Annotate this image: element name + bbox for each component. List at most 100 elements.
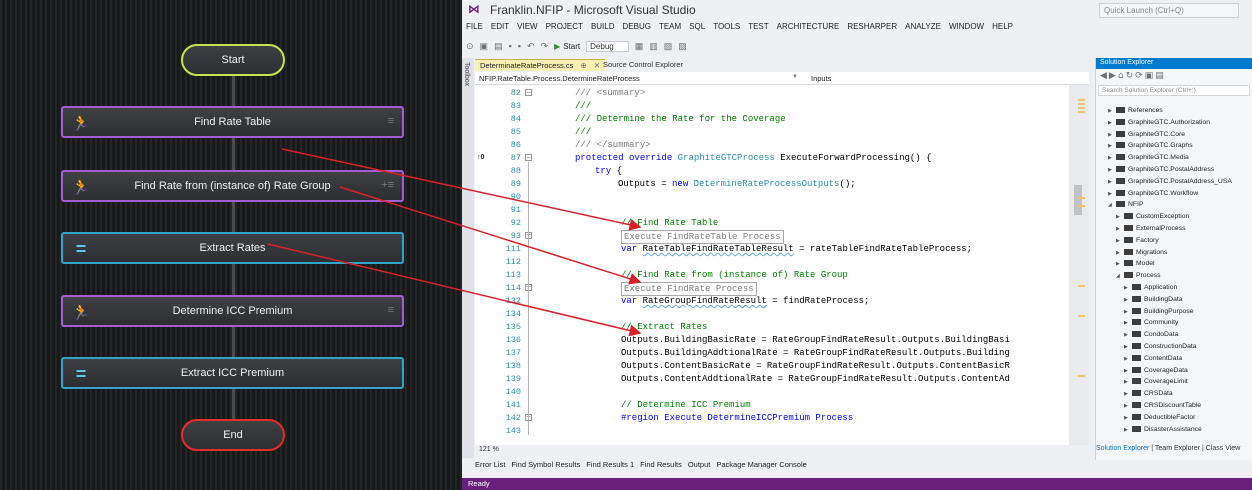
collapsed-arrow-icon[interactable]: ▶ — [1108, 118, 1116, 129]
solution-tree-item[interactable]: ▶ GraphiteGTC.Media — [1108, 152, 1189, 163]
solution-tree-item[interactable]: ▶ ExternalProcess — [1116, 223, 1186, 234]
pin-icon[interactable]: ⊕ — [580, 61, 586, 70]
solution-tree-item[interactable]: ▶ GraphiteGTC.Graphs — [1108, 140, 1193, 151]
menu-build[interactable]: BUILD — [591, 22, 615, 31]
code-line[interactable]: 83 /// — [475, 100, 1069, 112]
uncomment-icon[interactable]: ▨ — [678, 41, 687, 52]
menu-test[interactable]: TEST — [748, 22, 768, 31]
collapse-icon[interactable]: − — [525, 89, 532, 96]
start-debugging-button[interactable]: Start — [554, 42, 580, 51]
solution-tree-item[interactable]: ◢ Process — [1116, 270, 1161, 281]
code-line[interactable]: 143 — [475, 425, 1069, 437]
collapse-icon[interactable]: ▣ — [1145, 71, 1156, 81]
solution-tree-item[interactable]: ▶ GraphiteGTC.Workflow — [1108, 188, 1198, 199]
collapsed-arrow-icon[interactable]: ▶ — [1116, 248, 1124, 259]
solution-tree-item[interactable]: ▶ Community — [1124, 317, 1178, 328]
tab-find-results[interactable]: Find Results — [640, 460, 682, 469]
code-line[interactable]: 134 — [475, 308, 1069, 320]
solution-tree-item[interactable]: ▶ GraphiteGTC.Core — [1108, 129, 1185, 140]
open-icon[interactable]: ▤ — [494, 41, 503, 52]
codelens-reference-icon[interactable]: ↑0 — [477, 152, 484, 164]
collapsed-arrow-icon[interactable]: ▶ — [1108, 153, 1116, 164]
collapsed-arrow-icon[interactable]: ▶ — [1124, 377, 1132, 388]
refresh-icon[interactable]: ⟳ — [1135, 71, 1145, 81]
tab-output[interactable]: Output — [688, 460, 711, 469]
back-icon[interactable]: ◀ — [1100, 71, 1109, 81]
tab-find-results-1[interactable]: Find Results 1 — [586, 460, 634, 469]
scrollbar-thumb[interactable] — [1074, 185, 1082, 215]
code-line[interactable]: 113 // Find Rate from (instance of) Rate … — [475, 269, 1069, 281]
editor-vertical-scrollbar[interactable] — [1069, 85, 1089, 445]
collapsed-arrow-icon[interactable]: ▶ — [1108, 189, 1116, 200]
menu-tools[interactable]: TOOLS — [713, 22, 740, 31]
member-dropdown[interactable]: Inputs — [811, 74, 831, 83]
comment-icon[interactable]: ▧ — [664, 41, 673, 52]
solution-tree-item[interactable]: ▶ GraphiteGTC.Authorization — [1108, 117, 1210, 128]
collapsed-arrow-icon[interactable]: ▶ — [1124, 307, 1132, 318]
zoom-level[interactable]: 121 % — [479, 446, 499, 453]
code-line[interactable]: 89 Outputs = new DetermineRateProcessOutp… — [475, 178, 1069, 190]
solution-tree-item[interactable]: ▶ Factory — [1116, 235, 1159, 246]
expanded-arrow-icon[interactable]: ◢ — [1108, 200, 1116, 211]
back-icon[interactable]: ⊙ — [466, 41, 474, 52]
collapsed-arrow-icon[interactable]: ▶ — [1108, 106, 1116, 117]
redo-icon[interactable]: ↷ — [541, 41, 549, 52]
step-menu-icon[interactable]: ≡ — [388, 304, 394, 316]
step-menu-icon[interactable]: +≡ — [381, 179, 394, 191]
collapsed-arrow-icon[interactable]: ▶ — [1124, 366, 1132, 377]
collapsed-arrow-icon[interactable]: ▶ — [1124, 283, 1132, 294]
sync-icon[interactable]: ↻ — [1126, 71, 1136, 81]
type-dropdown[interactable]: NFIP.RateTable.Process.DetermineRateProc… — [479, 74, 640, 83]
solution-tree-item[interactable]: ▶ CoverageData — [1124, 365, 1188, 376]
solution-tree-item[interactable]: ▶ BuildingData — [1124, 294, 1183, 305]
collapsed-arrow-icon[interactable]: ▶ — [1116, 236, 1124, 247]
collapsed-arrow-icon[interactable]: ▶ — [1124, 354, 1132, 365]
code-line[interactable]: 140 — [475, 386, 1069, 398]
workflow-step-extract-rates[interactable]: = Extract Rates — [61, 232, 404, 264]
save-icon[interactable]: ▪ — [509, 41, 512, 51]
properties-icon[interactable]: ▤ — [1155, 71, 1166, 81]
menu-sql[interactable]: SQL — [689, 22, 705, 31]
workflow-step-find-rate-from-rate-group[interactable]: 🏃 Find Rate from (instance of) Rate Grou… — [61, 170, 404, 202]
chevron-down-icon[interactable]: ▼ — [792, 74, 798, 80]
menu-file[interactable]: FILE — [466, 22, 483, 31]
code-line[interactable]: 139 Outputs.ContentAddtionalRate = RateGr… — [475, 373, 1069, 385]
code-line[interactable]: 135 // Extract Rates — [475, 321, 1069, 333]
forward-icon[interactable]: ▶ — [1109, 71, 1118, 81]
solution-tree-item[interactable]: ▶ CRSData — [1124, 388, 1173, 399]
code-line[interactable]: 136 Outputs.BuildingBasicRate = RateGroup… — [475, 334, 1069, 346]
collapsed-arrow-icon[interactable]: ▶ — [1124, 389, 1132, 400]
step-menu-icon[interactable]: ≡ — [388, 115, 394, 127]
code-line[interactable]: 84 /// Determine the Rate for the Coverag… — [475, 113, 1069, 125]
menu-resharper[interactable]: RESHARPER — [847, 22, 897, 31]
solution-tree-item[interactable]: ▶ Migrations — [1116, 247, 1167, 258]
collapsed-arrow-icon[interactable]: ▶ — [1124, 295, 1132, 306]
bookmark-icon[interactable]: ▥ — [649, 41, 658, 52]
code-line[interactable]: 137 Outputs.BuildingAddtionalRate = RateG… — [475, 347, 1069, 359]
menu-view[interactable]: VIEW — [517, 22, 537, 31]
code-editor[interactable]: 82−/// <summary> 83///84/// Determine the… — [475, 85, 1069, 445]
collapsed-arrow-icon[interactable]: ▶ — [1116, 224, 1124, 235]
solution-tree-item[interactable]: ▶ CustomException — [1116, 211, 1189, 222]
menu-team[interactable]: TEAM — [659, 22, 681, 31]
collapsed-arrow-icon[interactable]: ▶ — [1124, 401, 1132, 412]
code-line[interactable]: 138 Outputs.ContentBasicRate = RateGroupF… — [475, 360, 1069, 372]
collapsed-arrow-icon[interactable]: ▶ — [1124, 318, 1132, 329]
menu-architecture[interactable]: ARCHITECTURE — [777, 22, 840, 31]
code-line[interactable]: 142+#region Execute DetermineICCPremium … — [475, 412, 1069, 424]
collapsed-arrow-icon[interactable]: ▶ — [1108, 165, 1116, 176]
solution-tree-item[interactable]: ▶ CRSDiscountTable — [1124, 400, 1201, 411]
solution-tree-item[interactable]: ▶ BuildingPurpose — [1124, 306, 1194, 317]
code-line[interactable]: 132 var RateGroupFindRateResult = findRat… — [475, 295, 1069, 307]
home-icon[interactable]: ⌂ — [1118, 71, 1126, 81]
menu-project[interactable]: PROJECT — [546, 22, 583, 31]
code-line[interactable]: 85 /// — [475, 126, 1069, 138]
collapse-icon[interactable]: − — [525, 154, 532, 161]
tab-team-explorer[interactable]: Team Explorer — [1155, 445, 1200, 452]
code-line[interactable]: 86 /// </summary> — [475, 139, 1069, 151]
tab-source-control-explorer[interactable]: Source Control Explorer — [598, 59, 688, 71]
quick-launch-input[interactable]: Quick Launch (Ctrl+Q) — [1099, 3, 1239, 18]
workflow-start-node[interactable]: Start — [181, 44, 285, 76]
code-line[interactable]: 82− /// <summary> — [475, 87, 1069, 99]
tab-error-list[interactable]: Error List — [475, 460, 505, 469]
